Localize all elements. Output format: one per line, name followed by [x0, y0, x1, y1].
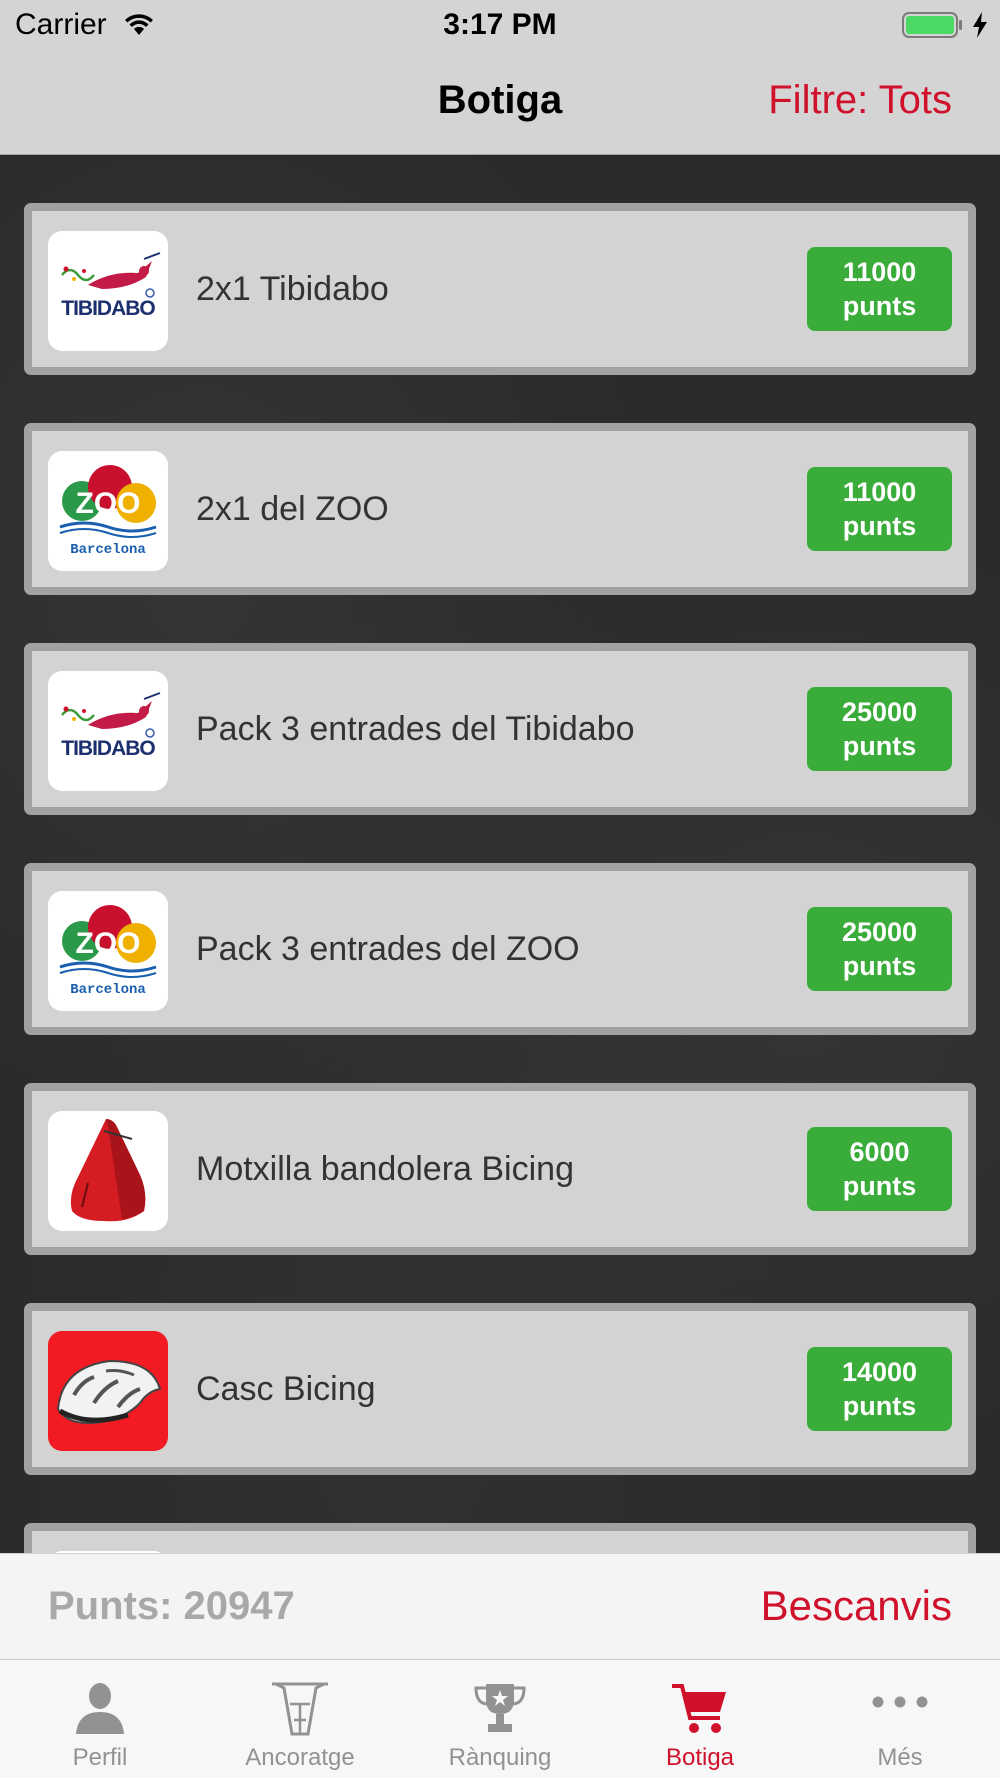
zoo-logo-city: Barcelona: [70, 542, 146, 558]
product-name: Pack 3 entrades del ZOO: [196, 930, 580, 968]
price-unit: punts: [842, 1171, 917, 1201]
tab-ranquing[interactable]: Rànquing: [400, 1660, 600, 1778]
more-icon: [872, 1696, 928, 1708]
price-badge[interactable]: 25000 punts: [807, 907, 952, 991]
product-card-pack-tibidabo[interactable]: TIBIDABO Pack 3 entrades del Tibidabo 25…: [24, 643, 976, 815]
navigation-bar: Botiga Filtre: Tots: [0, 50, 1000, 155]
price-value: 11000: [842, 477, 917, 507]
price-badge[interactable]: 25000 punts: [807, 687, 952, 771]
product-name: Pack 3 entrades del Tibidabo: [196, 710, 635, 748]
product-name: 2x1 Tibidabo: [196, 270, 389, 308]
product-card-2x1-zoo[interactable]: ZOO Barcelona 2x1 del ZOO 11000 punts: [24, 423, 976, 595]
tab-mes[interactable]: Més: [800, 1660, 1000, 1778]
zoo-logo-word: ZOO: [76, 927, 141, 960]
status-time: 3:17 PM: [443, 8, 557, 41]
product-card-2x1-tibidabo[interactable]: TIBIDABO 2x1 Tibidabo 11000 punts: [24, 203, 976, 375]
price-unit: punts: [842, 511, 917, 541]
tab-label: Més: [877, 1744, 923, 1771]
filter-button[interactable]: Filtre: Tots: [768, 78, 952, 123]
price-unit: punts: [842, 1391, 917, 1421]
cart-icon: [672, 1684, 726, 1733]
zoo-barcelona-logo: ZOO Barcelona: [48, 891, 168, 1011]
product-card-partial[interactable]: [24, 1523, 976, 1553]
tibidabo-logo: TIBIDABO: [48, 231, 168, 351]
tab-bar: Perfil Ancoratge Rànquing Botiga Més: [0, 1659, 1000, 1778]
product-card-pack-zoo[interactable]: ZOO Barcelona Pack 3 entrades del ZOO 25…: [24, 863, 976, 1035]
status-bar: Carrier 3:17 PM: [0, 0, 1000, 50]
product-list[interactable]: TIBIDABO 2x1 Tibidabo 11000 punts ZOO Ba…: [0, 156, 1000, 1553]
zoo-barcelona-logo: ZOO Barcelona: [48, 451, 168, 571]
tab-botiga[interactable]: Botiga: [600, 1660, 800, 1778]
price-unit: punts: [842, 291, 917, 321]
red-backpack-image: [48, 1111, 168, 1231]
tab-ancoratge[interactable]: Ancoratge: [200, 1660, 400, 1778]
product-name: Motxilla bandolera Bicing: [196, 1150, 574, 1188]
charging-bolt-icon: [973, 12, 987, 38]
price-value: 25000: [841, 697, 918, 727]
person-icon: [76, 1683, 124, 1734]
tab-perfil[interactable]: Perfil: [0, 1660, 200, 1778]
tab-label: Ancoratge: [245, 1744, 355, 1771]
exchanges-button[interactable]: Bescanvis: [761, 1582, 952, 1630]
price-value: 11000: [842, 257, 917, 287]
price-value: 25000: [841, 917, 918, 947]
product-card-helmet[interactable]: Casc Bicing 14000 punts: [24, 1303, 976, 1475]
price-badge[interactable]: 14000 punts: [807, 1347, 952, 1431]
points-balance: Punts: 20947: [48, 1584, 295, 1628]
tab-label: Rànquing: [448, 1744, 552, 1771]
price-value: 14000: [841, 1357, 918, 1387]
tibidabo-logo-text: TIBIDABO: [61, 297, 155, 320]
tibidabo-logo: TIBIDABO: [48, 671, 168, 791]
trophy-icon: [474, 1684, 526, 1732]
price-badge[interactable]: 11000 punts: [807, 467, 952, 551]
battery-icon: [902, 12, 962, 38]
zoo-logo-word: ZOO: [76, 487, 141, 520]
bike-helmet-image: [48, 1331, 168, 1451]
zoo-logo-city: Barcelona: [70, 982, 146, 998]
tab-label: Botiga: [665, 1744, 735, 1771]
tab-label: Perfil: [72, 1744, 128, 1771]
price-value: 6000: [849, 1137, 910, 1167]
product-name: 2x1 del ZOO: [196, 490, 389, 528]
price-badge[interactable]: 6000 punts: [807, 1127, 952, 1211]
bike-dock-icon: [272, 1682, 328, 1736]
points-bar: Punts: 20947 Bescanvis: [0, 1553, 1000, 1659]
price-unit: punts: [842, 951, 917, 981]
price-badge[interactable]: 11000 punts: [807, 247, 952, 331]
product-name: Casc Bicing: [196, 1370, 376, 1408]
price-unit: punts: [842, 731, 917, 761]
product-card-backpack[interactable]: Motxilla bandolera Bicing 6000 punts: [24, 1083, 976, 1255]
tibidabo-logo-text: TIBIDABO: [61, 737, 155, 760]
